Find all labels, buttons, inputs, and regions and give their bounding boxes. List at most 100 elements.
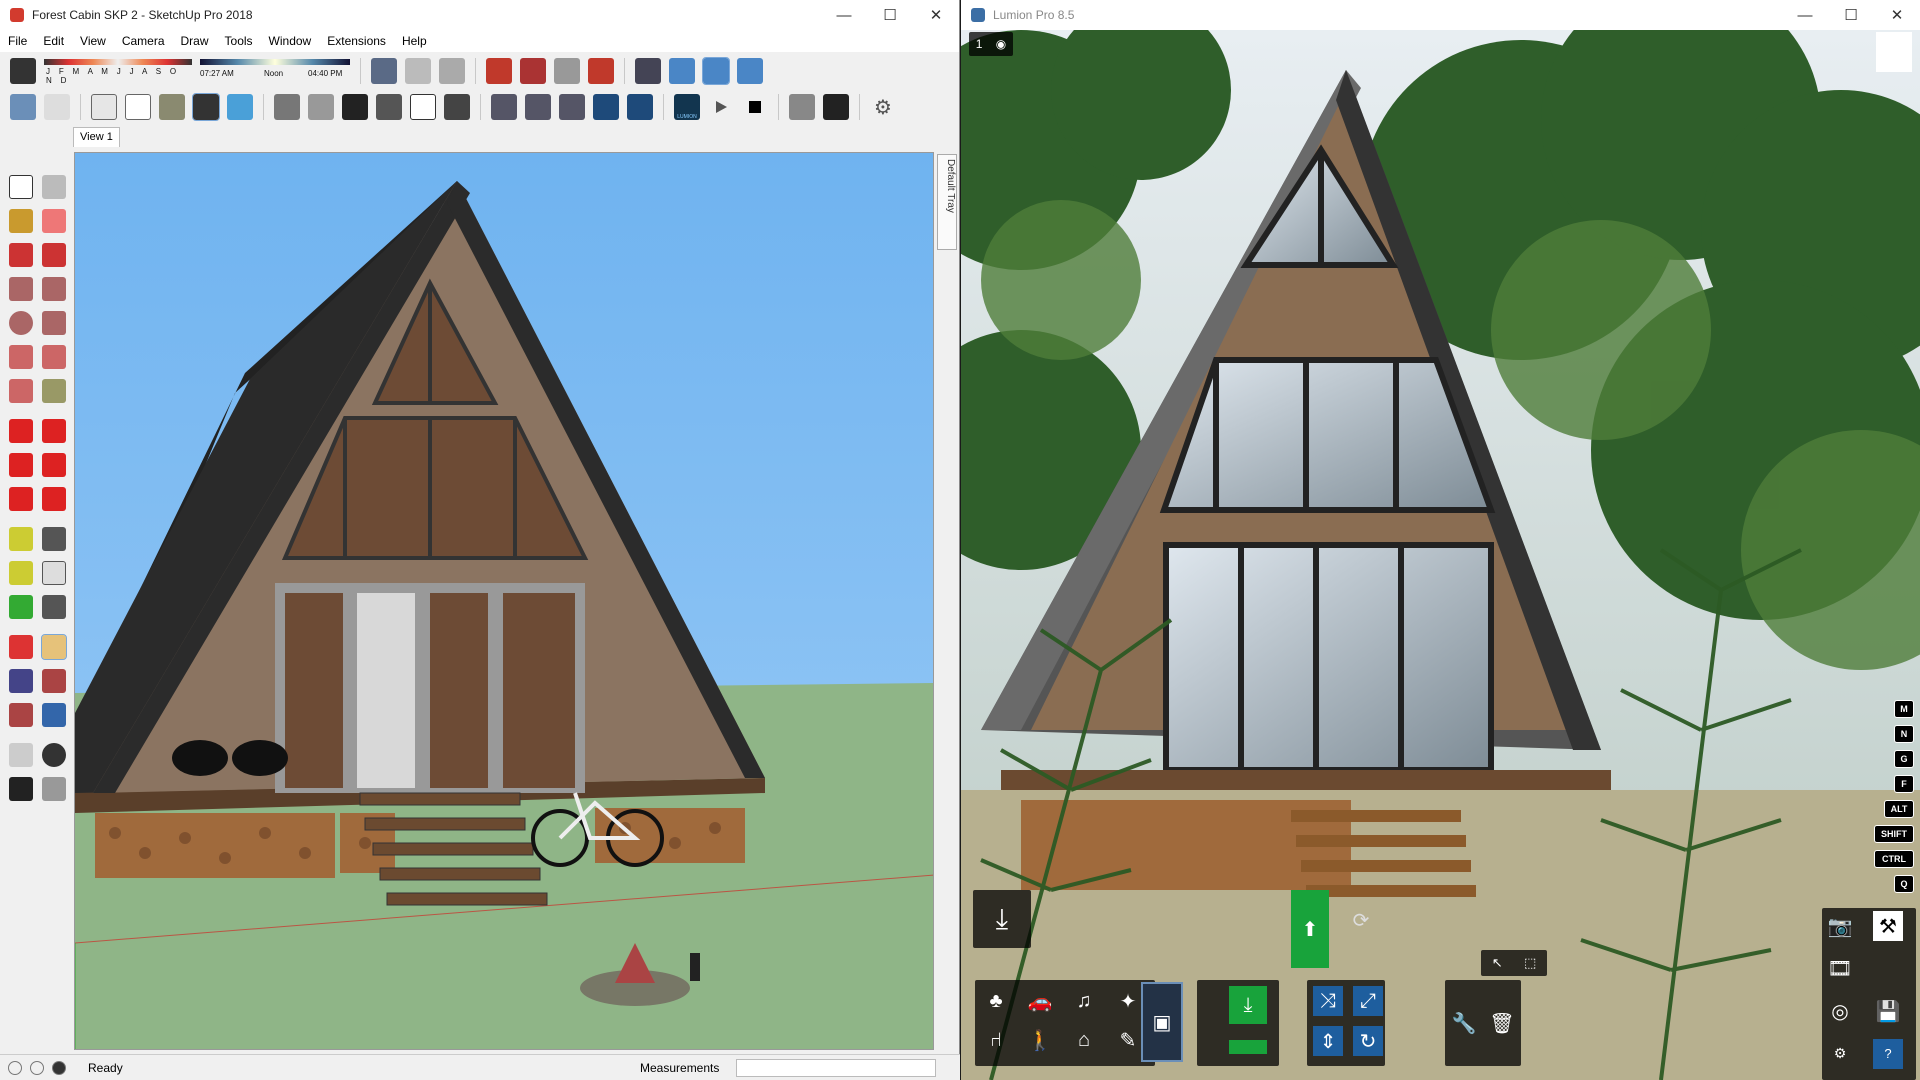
scene-indicator[interactable]: 1 ◉ [969,32,1013,56]
pan-hand-icon[interactable] [40,634,67,660]
play-icon[interactable] [708,94,734,120]
top-view-icon[interactable] [308,94,334,120]
import-model-icon[interactable]: ⤓ [973,890,1031,948]
share-model-icon[interactable] [554,58,580,84]
back-view-icon[interactable] [410,94,436,120]
walk-footprints-icon[interactable] [8,777,33,801]
follow-me-icon[interactable] [41,453,66,477]
group-icon[interactable] [559,94,585,120]
eye-visibility-icon[interactable]: ◉ [996,37,1006,51]
cursor-select-icon[interactable]: ↖ [1492,955,1503,971]
tag-icon[interactable] [405,58,431,84]
menu-file[interactable]: File [0,34,35,48]
key-q-button[interactable]: Q [1894,875,1914,893]
photo-mode-camera-icon[interactable]: 📷 [1825,911,1855,941]
credits-info-icon[interactable] [30,1060,44,1075]
help-button[interactable]: ? [1873,1038,1903,1069]
push-pull-icon[interactable] [41,419,66,443]
minimize-button[interactable]: — [821,0,867,30]
sound-music-icon[interactable]: ♫ [1069,986,1099,1016]
orbit-icon[interactable] [8,635,33,659]
make-component-icon[interactable] [41,175,66,199]
three-point-arc-icon[interactable] [8,379,33,403]
zoom-icon[interactable] [8,669,33,693]
lumion-maximize-button[interactable]: ☐ [1828,0,1874,30]
lumion-close-button[interactable]: ✕ [1874,0,1920,30]
left-view-icon[interactable] [444,94,470,120]
transport-car-icon[interactable]: 🚗 [1025,986,1055,1016]
settings-gear-icon[interactable]: ⚙ [870,94,896,120]
wireframe-icon[interactable] [91,94,117,120]
move-object-icon[interactable]: ⤨ [1313,986,1343,1016]
pencil-line-icon[interactable] [8,243,33,267]
xray-icon[interactable] [10,94,36,120]
polygon-icon[interactable] [41,311,66,335]
ruby-icon[interactable] [588,58,614,84]
monochrome-icon[interactable] [227,94,253,120]
3d-text-icon[interactable] [41,595,66,619]
close-button[interactable]: ✕ [913,0,959,30]
imported-models-icon[interactable]: ▣ [1141,982,1183,1062]
previous-view-icon[interactable] [41,703,66,727]
menu-view[interactable]: View [72,34,114,48]
extension-warehouse-icon[interactable] [520,58,546,84]
front-view-icon[interactable] [342,94,368,120]
layer-icon[interactable] [525,94,551,120]
height-adjust-icon[interactable]: ⇕ [1313,1026,1343,1056]
delete-trash-icon[interactable]: 🗑 [1487,1008,1517,1038]
position-camera-icon[interactable] [8,743,33,767]
section-plane-tool-icon[interactable] [41,777,66,801]
sync-objects-icon[interactable] [789,94,815,120]
menu-window[interactable]: Window [261,34,320,48]
download-icon[interactable] [439,58,465,84]
sketchup-model-viewport[interactable] [74,152,934,1050]
livesync-update-icon[interactable]: ⬆ [1291,890,1329,968]
lumion-render-viewport[interactable]: 1 ◉ M N G F ALT SHIFT CTRL Q ⤓ ⬆ ⟳ ↖ ⬚ ♣… [961,30,1920,1080]
outliner-icon[interactable] [593,94,619,120]
scale-object-icon[interactable]: ⤢ [1353,986,1383,1016]
menu-edit[interactable]: Edit [35,34,72,48]
axes-tool-icon[interactable] [8,595,33,619]
key-m-button[interactable]: M [1894,700,1914,718]
key-f-button[interactable]: F [1894,775,1914,793]
warehouse-icon[interactable] [486,58,512,84]
perspective-icon[interactable] [702,57,730,85]
preview-thumbnail[interactable] [1876,32,1912,72]
lumion-livesync-icon[interactable]: LUMION [674,94,700,120]
settings-gear-icon-lumion[interactable]: ⚙ [1825,1039,1855,1069]
menu-tools[interactable]: Tools [217,34,261,48]
panorama-mode-icon[interactable]: ◎ [1825,996,1855,1026]
move-icon[interactable] [8,419,33,443]
measurements-input[interactable] [736,1059,936,1077]
shaded-icon[interactable] [159,94,185,120]
tape-measure-icon[interactable] [8,527,33,551]
section-plane-icon[interactable] [371,58,397,84]
materials-icon[interactable] [627,94,653,120]
two-point-arc-icon[interactable] [41,345,66,369]
movie-mode-film-icon[interactable]: 🎞 [1825,954,1855,984]
zoom-window-icon[interactable] [41,669,66,693]
lumion-minimize-button[interactable]: — [1782,0,1828,30]
outdoor-house-icon[interactable]: ⌂ [1069,1025,1099,1055]
key-n-button[interactable]: N [1894,725,1914,743]
menu-draw[interactable]: Draw [173,34,217,48]
default-tray-tab[interactable]: Default Tray [937,154,957,250]
menu-help[interactable]: Help [394,34,435,48]
camera-type-icon[interactable] [737,58,763,84]
hidden-line-icon[interactable] [125,94,151,120]
place-mode-indicator[interactable] [1229,1040,1267,1054]
protractor-icon[interactable] [8,561,33,585]
place-object-icon[interactable]: ⤓ [1229,986,1267,1024]
iso-view-icon[interactable] [669,58,695,84]
stop-icon[interactable] [742,94,768,120]
key-g-button[interactable]: G [1894,750,1914,768]
maximize-button[interactable]: ☐ [867,0,913,30]
edit-properties-wrench-icon[interactable]: 🔧 [1449,1008,1479,1038]
box-select-icon[interactable]: ⬚ [1524,955,1536,971]
scene-tab[interactable]: View 1 [73,127,120,147]
dimension-icon[interactable] [41,527,66,551]
text-label-icon[interactable] [41,561,66,585]
key-shift-button[interactable]: SHIFT [1874,825,1914,843]
paint-bucket-icon[interactable] [8,209,33,233]
key-alt-button[interactable]: ALT [1884,800,1914,818]
